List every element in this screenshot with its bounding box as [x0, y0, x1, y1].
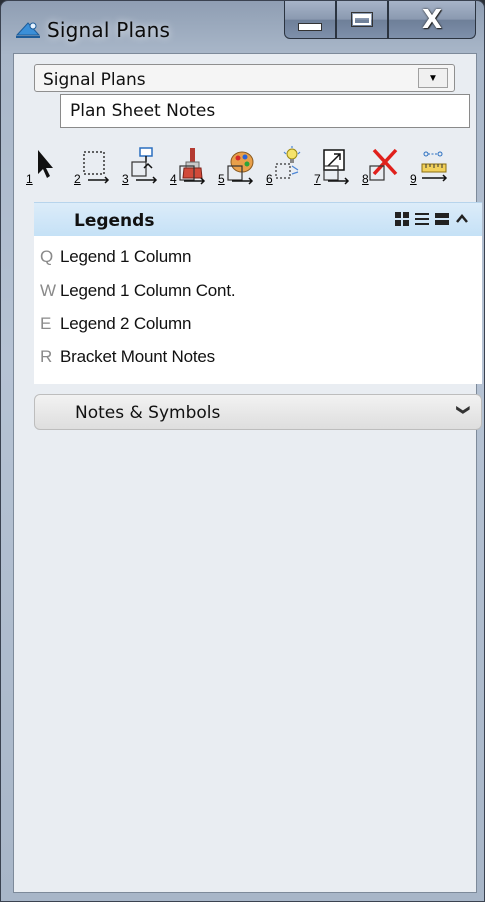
chevron-down-icon[interactable]: ▼ [418, 68, 448, 88]
notes-symbols-header[interactable]: Notes & Symbols ❯ [34, 394, 482, 430]
tool-9[interactable]: 9 [408, 146, 448, 186]
maximize-icon [351, 12, 373, 27]
item-label: Bracket Mount Notes [60, 347, 215, 366]
tool-1[interactable]: 1 [24, 146, 64, 186]
notes-symbols-title: Notes & Symbols [75, 403, 221, 423]
maximize-button[interactable] [336, 1, 388, 39]
list-item[interactable]: Q Legend 1 Column [34, 242, 482, 272]
app-icon [15, 22, 41, 38]
tool-3[interactable]: 3 [120, 146, 160, 186]
dropdown-item-label: Plan Sheet Notes [70, 101, 216, 121]
legends-title: Legends [74, 211, 155, 231]
tool-bar: 1 2 3 4 5 6 7 8 9 [24, 142, 464, 192]
item-label: Legend 1 Column Cont. [60, 281, 236, 300]
item-label: Legend 2 Column [60, 314, 192, 333]
tool-7[interactable]: 7 [312, 146, 352, 186]
list-item[interactable]: E Legend 2 Column [34, 309, 482, 339]
legends-list: Q Legend 1 Column W Legend 1 Column Cont… [34, 236, 482, 384]
tool-6[interactable]: 6 [264, 146, 304, 186]
workflow-combo-value: Signal Plans [43, 70, 146, 90]
tool-2[interactable]: 2 [72, 146, 112, 186]
detail-view-icon[interactable] [434, 211, 450, 227]
chevron-down-icon[interactable]: ❯ [456, 405, 472, 416]
tool-8[interactable]: 8 [360, 146, 400, 186]
shortcut-key: R [40, 347, 53, 366]
chevron-up-icon[interactable] [454, 211, 470, 227]
title-bar[interactable]: Signal Plans X [1, 1, 484, 47]
window-title: Signal Plans [47, 18, 171, 42]
legends-header[interactable]: Legends [34, 202, 482, 236]
list-view-icon[interactable] [414, 211, 430, 227]
tool-4[interactable]: 4 [168, 146, 208, 186]
close-icon: X [421, 4, 443, 35]
shortcut-key: Q [40, 247, 54, 266]
workflow-dropdown-item[interactable]: Plan Sheet Notes [60, 94, 470, 128]
shortcut-key: W [40, 281, 57, 300]
item-label: Legend 1 Column [60, 247, 192, 266]
minimize-button[interactable] [284, 1, 336, 39]
minimize-icon [298, 22, 322, 31]
client-area: Signal Plans ▼ Plan Sheet Notes 1 2 3 4 … [13, 53, 482, 893]
close-button[interactable]: X [388, 1, 476, 39]
tool-5[interactable]: 5 [216, 146, 256, 186]
grid-view-icon[interactable] [394, 211, 410, 227]
workflow-combo[interactable]: Signal Plans ▼ [34, 64, 455, 92]
window-frame: Signal Plans X Signal Plans ▼ Plan Sheet… [0, 0, 485, 902]
shortcut-key: E [40, 314, 52, 333]
list-item[interactable]: R Bracket Mount Notes [34, 342, 482, 372]
list-item[interactable]: W Legend 1 Column Cont. [34, 276, 482, 306]
